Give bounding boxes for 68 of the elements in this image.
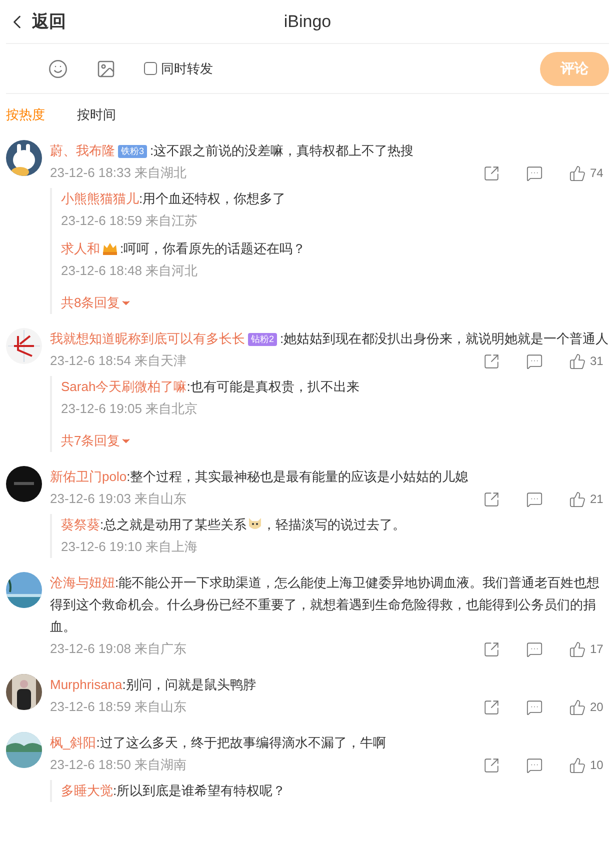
like-button[interactable]: 31 [569,352,609,370]
reply-text: 葵祭葵:总之就是动用了某些关系 ，轻描淡写的说过去了。 [61,515,407,534]
reply-icon[interactable] [526,352,543,370]
author-link[interactable]: 枫_斜阳 [50,735,96,750]
reply-icon[interactable] [526,698,543,716]
comment-time: 23-12-6 18:33 来自湖北 [50,164,187,182]
comment-text: 枫_斜阳:过了这么多天，终于把故事编得滴水不漏了，牛啊 [50,734,387,752]
like-icon [569,756,586,774]
reply-icon[interactable] [526,756,543,774]
author-link[interactable]: 多睡大觉 [61,783,113,798]
page-title: iBingo [284,12,332,32]
reply-time: 23-12-6 18:59 来自江苏 [61,212,198,230]
author-link[interactable]: 小熊熊猫猫儿 [61,191,139,206]
like-icon [569,640,586,658]
comment-text: 我就想知道昵称到底可以有多长长 钻粉2 :她姑姑到现在都没扒出身份来，就说明她就是一个普通人 [50,330,609,348]
share-icon[interactable] [483,490,500,508]
like-icon [569,352,586,370]
like-icon [569,490,586,508]
reply-icon[interactable] [526,640,543,658]
back-button[interactable]: 返回 [6,10,66,33]
fan-badge: 钻粉2 [248,333,278,346]
comment-time: 23-12-6 18:59 来自山东 [50,698,187,716]
comment-time: 23-12-6 19:08 来自广东 [50,640,187,658]
like-button[interactable]: 20 [569,698,609,716]
more-replies-link[interactable]: 共7条回复 [61,430,609,452]
reply-time: 23-12-6 19:05 来自北京 [61,400,198,418]
author-link[interactable]: 葵祭葵 [61,517,100,532]
emoji-icon[interactable] [48,58,68,78]
like-button[interactable]: 21 [569,490,609,508]
author-link[interactable]: Murphrisana [50,677,122,692]
like-button[interactable]: 17 [569,640,609,658]
reply-icon[interactable] [526,490,543,508]
reply-text: 小熊熊猫猫儿:用个血还特权，你想多了 [61,190,287,208]
comment-text: 沧海与妞妞:能不能公开一下求助渠道，怎么能使上海卫健委异地协调血液。我们普通老百姓也想得到这个救命机会。什么身份已经不重要了，就想着遇到生命危险得救，也能得到公务员们的捐血。 [50,574,601,636]
reply-icon[interactable] [526,164,543,182]
sort-tab[interactable]: 按热度 [6,106,45,124]
comment-time: 23-12-6 18:50 来自湖南 [50,756,187,774]
reply-text: 求人和 :呵呵，你看原先的话题还在吗？ [61,240,307,258]
author-link[interactable]: 新佑卫门polo [50,469,127,484]
reply-text: 多睡大觉:所以到底是谁希望有特权呢？ [61,782,287,800]
fan-badge: 铁粉3 [118,145,148,158]
author-link[interactable]: Sarah今天刷微柏了嘛 [61,379,187,394]
comment-time: 23-12-6 19:03 来自山东 [50,490,187,508]
reply-time: 23-12-6 19:10 来自上海 [61,538,198,556]
like-button[interactable]: 10 [569,756,609,774]
image-icon[interactable] [96,58,116,78]
like-icon [569,698,586,716]
author-link[interactable]: 沧海与妞妞 [50,575,115,590]
share-icon[interactable] [483,640,500,658]
reply-time: 23-12-6 18:48 来自河北 [61,262,198,280]
author-link[interactable]: 我就想知道昵称到底可以有多长长 [50,331,245,346]
author-link[interactable]: 蔚、我布隆 [50,143,115,158]
comment-text: 蔚、我布隆 铁粉3 :这不跟之前说的没差嘛，真特权都上不了热搜 [50,142,415,160]
dog-face-icon [246,516,263,532]
repost-checkbox[interactable]: 同时转发 [144,60,213,78]
reply-text: Sarah今天刷微柏了嘛:也有可能是真权贵，扒不出来 [61,378,360,396]
share-icon[interactable] [483,698,500,716]
comment-text: 新佑卫门polo:整个过程，其实最神秘也是最有能量的应该是小姑姑的儿媳 [50,468,470,486]
share-icon[interactable] [483,756,500,774]
author-link[interactable]: 求人和 [61,241,100,256]
more-replies-link[interactable]: 共8条回复 [61,292,609,314]
share-icon[interactable] [483,352,500,370]
like-icon [569,164,586,182]
like-button[interactable]: 74 [569,164,609,182]
comment-time: 23-12-6 18:54 来自天津 [50,352,187,370]
comment-text: Murphrisana:别问，问就是鼠头鸭脖 [50,676,257,694]
sort-tab[interactable]: 按时间 [77,106,116,124]
share-icon[interactable] [483,164,500,182]
